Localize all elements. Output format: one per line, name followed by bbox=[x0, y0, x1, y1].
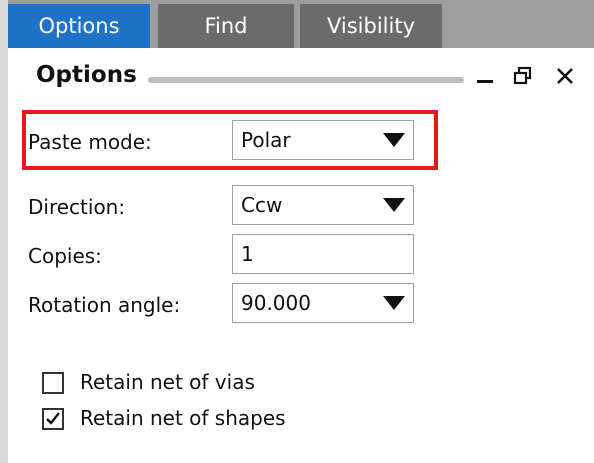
tab-find-label: Find bbox=[204, 14, 248, 38]
copies-value: 1 bbox=[241, 242, 254, 266]
retain-net-of-vias-checkbox[interactable] bbox=[42, 372, 64, 394]
rotation-angle-label: Rotation angle: bbox=[28, 293, 181, 317]
minimize-button[interactable] bbox=[468, 60, 502, 92]
direction-label: Direction: bbox=[28, 195, 126, 219]
tab-visibility[interactable]: Visibility bbox=[300, 4, 442, 48]
float-icon bbox=[513, 66, 532, 85]
chevron-down-icon bbox=[383, 133, 405, 147]
checkmark-icon bbox=[46, 412, 60, 425]
copies-input[interactable]: 1 bbox=[232, 234, 414, 274]
close-icon bbox=[557, 68, 573, 84]
options-panel: Options Paste mode: Polar Direction: Ccw… bbox=[8, 48, 594, 463]
rotation-angle-dropdown[interactable]: 90.000 bbox=[232, 283, 414, 323]
paste-mode-dropdown[interactable]: Polar bbox=[232, 120, 414, 160]
panel-title: Options bbox=[36, 62, 137, 88]
minimize-icon bbox=[477, 80, 493, 83]
tab-bar: Options Find Visibility bbox=[8, 0, 594, 48]
tab-options[interactable]: Options bbox=[8, 4, 150, 48]
paste-mode-value: Polar bbox=[241, 128, 291, 152]
paste-mode-label: Paste mode: bbox=[28, 130, 152, 154]
rotation-angle-value: 90.000 bbox=[241, 291, 311, 315]
direction-value: Ccw bbox=[241, 193, 283, 217]
tab-visibility-label: Visibility bbox=[326, 14, 415, 38]
retain-net-of-vias-label: Retain net of vias bbox=[80, 370, 255, 394]
drag-grip[interactable] bbox=[148, 77, 464, 83]
panel-header: Options bbox=[8, 48, 594, 106]
retain-net-of-shapes-label: Retain net of shapes bbox=[80, 406, 286, 430]
direction-dropdown[interactable]: Ccw bbox=[232, 185, 414, 225]
retain-net-of-shapes-checkbox[interactable] bbox=[42, 408, 64, 430]
tab-find[interactable]: Find bbox=[158, 4, 294, 48]
tab-options-label: Options bbox=[38, 14, 120, 38]
chevron-down-icon bbox=[383, 198, 405, 212]
chevron-down-icon bbox=[383, 296, 405, 310]
close-button[interactable] bbox=[548, 60, 582, 92]
float-button[interactable] bbox=[506, 60, 540, 92]
copies-label: Copies: bbox=[28, 244, 102, 268]
options-window: Options Find Visibility Options Paste mo… bbox=[0, 0, 594, 463]
